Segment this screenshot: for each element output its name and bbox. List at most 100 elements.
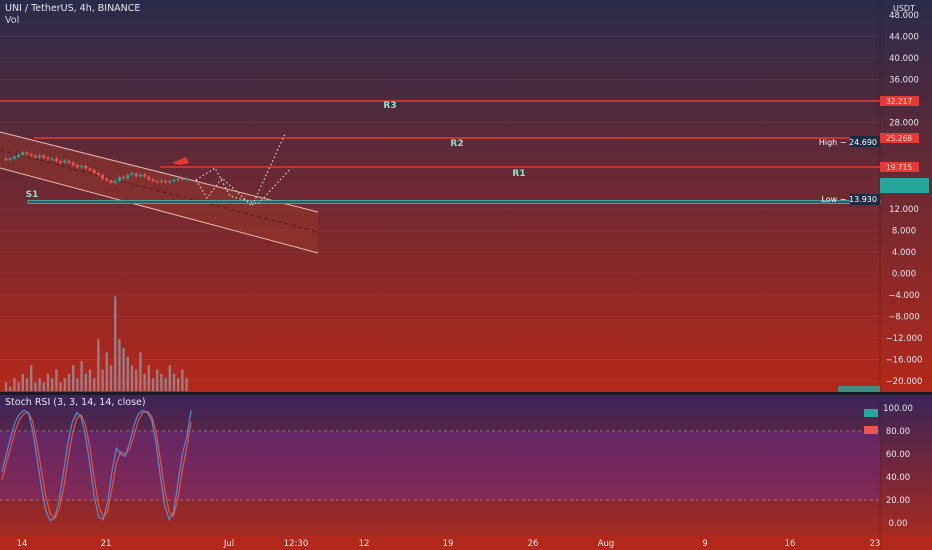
chart-canvas[interactable]: R3R2R1S1 48.00044.00040.00036.00028.0001… [0,0,932,550]
candle[interactable] [176,178,180,180]
price-tick-label: −4.000 [888,291,919,301]
price-tick-label: −12.000 [886,334,923,344]
time-tick-label: 9 [702,539,707,549]
candle[interactable] [46,157,50,160]
candle[interactable] [92,170,96,173]
time-tick-label: 12 [359,539,370,549]
volume-bar [46,373,50,391]
candle[interactable] [164,180,168,183]
volume-bar [122,348,125,391]
candle[interactable] [185,178,189,180]
candle[interactable] [172,179,176,182]
candle[interactable] [96,172,100,176]
volume-bar [172,373,176,391]
candle[interactable] [122,177,126,179]
candle[interactable] [67,160,71,163]
rsi-d-tag [864,426,878,434]
volume-bar [67,373,71,391]
candle[interactable] [180,178,184,180]
level-label-r1: R1 [512,169,525,179]
candle[interactable] [159,180,163,182]
volume-bar [105,352,108,391]
price-tick-label: 28.000 [889,119,919,129]
candle[interactable] [155,181,159,183]
price-tick-label: 12.000 [889,205,919,215]
time-tick-label: 14 [17,539,28,549]
candle[interactable] [126,175,130,179]
candle[interactable] [101,175,105,179]
candle[interactable] [75,165,79,168]
price-tag-r3: 32.217 [886,97,912,106]
volume-bar [130,365,134,391]
candle[interactable] [130,173,134,176]
candle[interactable] [63,160,67,163]
candle[interactable] [147,176,151,180]
rsi-k-tag [864,409,878,417]
candle[interactable] [29,154,33,156]
volume-bar [156,369,159,391]
candle[interactable] [21,152,25,155]
stoch-rsi-title[interactable]: Stoch RSI (3, 3, 14, 14, close) [5,397,146,408]
price-tick-label: 8.000 [892,226,916,236]
price-tag-r1: 19.715 [886,163,912,172]
volume-bar [80,360,83,391]
candle[interactable] [59,161,63,163]
candle[interactable] [151,179,155,182]
candle[interactable] [8,158,12,160]
volume-bar [185,378,188,391]
volume-bar [51,378,54,391]
candle[interactable] [168,181,172,183]
volume-bar [164,378,167,391]
candle[interactable] [50,158,54,160]
level-label-s1: S1 [26,190,39,200]
candle[interactable] [138,174,142,177]
volume-bar [34,382,37,391]
price-tick-label: −20.000 [886,377,923,387]
volume-bar [30,365,33,391]
time-tick-label: 26 [528,539,539,549]
symbol-title[interactable]: UNI / TetherUS, 4h, BINANCE [5,3,140,14]
candle[interactable] [12,156,16,159]
level-label-r2: R2 [450,139,463,149]
candle[interactable] [33,155,37,158]
candle[interactable] [134,173,138,177]
candle[interactable] [113,180,117,183]
volume-label[interactable]: Vol [5,15,19,26]
volume-bar [84,373,87,391]
volume-tag [838,386,880,392]
candle[interactable] [84,165,88,169]
candle[interactable] [38,155,42,158]
volume-bar [63,378,66,391]
candle[interactable] [4,158,8,160]
candle[interactable] [117,177,121,181]
low-tag[interactable]: Low − 13.930 [821,195,877,204]
price-tick-label: 0.000 [892,269,916,279]
candle[interactable] [88,168,92,171]
candle[interactable] [17,154,21,157]
candle[interactable] [42,155,46,158]
candle[interactable] [71,162,75,166]
time-tick-label: Jul [223,539,234,549]
volume-bar [38,378,41,391]
last-price-tag[interactable] [880,178,929,193]
price-tick-label: 36.000 [889,76,919,86]
price-tick-label: −8.000 [888,312,919,322]
candle[interactable] [105,178,109,181]
candle[interactable] [54,158,58,162]
pane-divider[interactable] [0,392,932,395]
volume-bar [114,296,117,391]
volume-bar [126,356,129,391]
volume-bar [118,339,121,391]
volume-bar [109,365,113,391]
candle[interactable] [25,152,29,155]
candle[interactable] [80,165,84,168]
rsi-tick-label: 0.00 [889,519,908,529]
volume-bar [88,369,92,391]
candle[interactable] [109,180,113,183]
candle[interactable] [143,174,147,177]
volume-bar [9,386,12,391]
level-line-s1[interactable] [27,200,881,204]
high-tag[interactable]: High − 24.690 [819,138,877,147]
level-label-r3: R3 [383,101,396,111]
volume-bar [72,365,75,391]
